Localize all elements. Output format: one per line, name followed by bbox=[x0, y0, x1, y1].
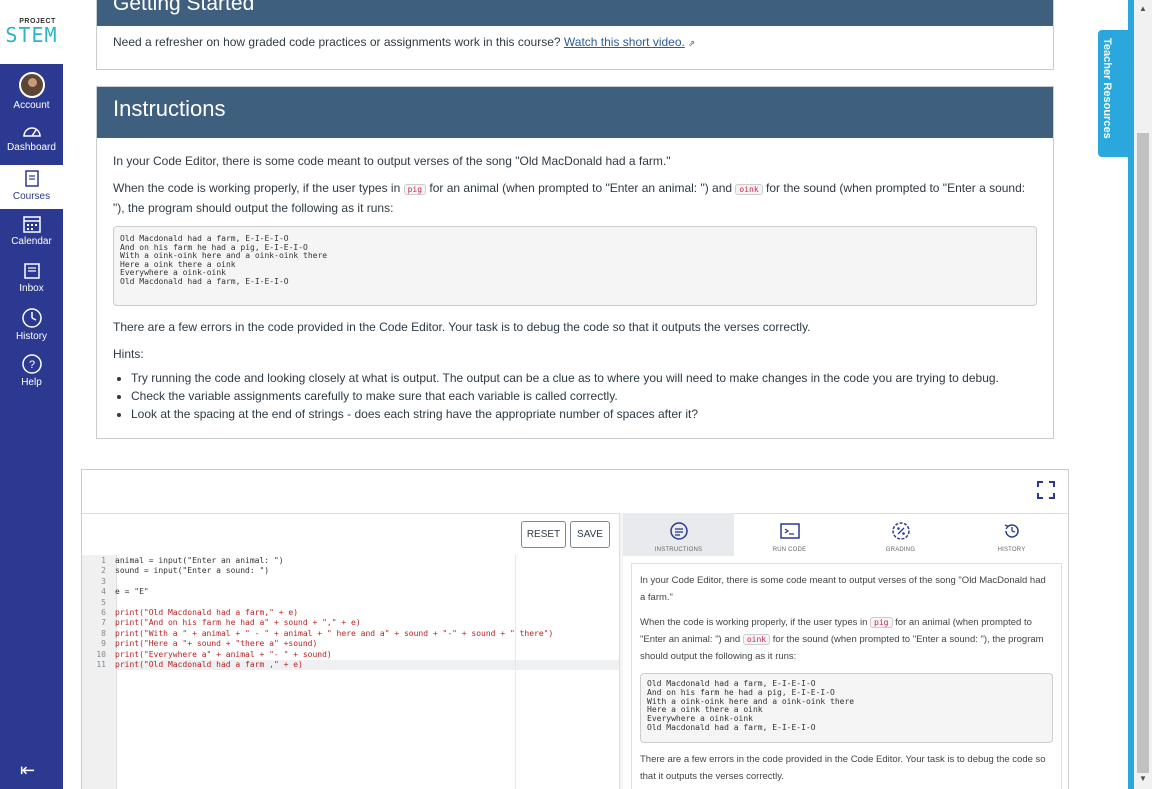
external-link-icon: ⇗ bbox=[688, 39, 695, 48]
tab-label: RUN CODE bbox=[772, 547, 807, 553]
getting-started-header: Getting Started bbox=[97, 0, 1053, 26]
instructions-header: Instructions bbox=[97, 87, 1053, 138]
scroll-thumb[interactable] bbox=[1137, 133, 1149, 773]
code-oink: oink bbox=[735, 184, 763, 195]
nav-item-dashboard[interactable]: Dashboard bbox=[0, 122, 63, 162]
pane-p2: When the code is working properly, if th… bbox=[640, 614, 1053, 665]
code-line[interactable]: 3 bbox=[82, 577, 619, 587]
avatar bbox=[18, 72, 45, 98]
code-line[interactable]: 2 sound = input("Enter a sound: ") bbox=[82, 566, 619, 576]
dashboard-icon bbox=[22, 127, 41, 137]
scroll-down-icon[interactable]: ▼ bbox=[1139, 774, 1147, 783]
teacher-resources-tab[interactable]: Teacher Resources bbox=[1098, 30, 1128, 157]
code-line[interactable]: 8 print("With a " + animal + " - " + anim… bbox=[82, 629, 619, 639]
code-line[interactable]: 10 print("Everywhere a" + animal + "- " +… bbox=[82, 650, 619, 660]
scroll-up-icon[interactable]: ▲ bbox=[1139, 4, 1147, 13]
teacher-resources-label: Teacher Resources bbox=[1101, 38, 1113, 139]
code-editor[interactable]: 1 animal = input("Enter an animal: ") 2 so… bbox=[82, 555, 619, 789]
calendar-icon bbox=[22, 216, 41, 233]
nav-item-courses[interactable]: Courses bbox=[0, 165, 63, 209]
hint-item: Check the variable assignments carefully… bbox=[131, 387, 1037, 405]
code-line[interactable]: 9 print("Here a "+ sound + "there a" +sou… bbox=[82, 639, 619, 649]
nav-item-help[interactable]: ? Help bbox=[0, 353, 63, 393]
instructions-p2: When the code is working properly, if th… bbox=[113, 179, 1037, 217]
nav-label-calendar: Calendar bbox=[11, 236, 52, 247]
instructions-icon bbox=[669, 522, 688, 540]
getting-started-body: Need a refresher on how graded code prac… bbox=[97, 26, 1053, 63]
collapse-nav-icon[interactable]: ⇤ bbox=[20, 760, 35, 781]
reset-button[interactable]: RESET bbox=[521, 521, 566, 548]
getting-started-text: Need a refresher on how graded code prac… bbox=[113, 35, 561, 49]
pane-code-pig: pig bbox=[870, 617, 893, 628]
history-icon bbox=[1004, 524, 1019, 538]
nav-label-dashboard: Dashboard bbox=[7, 142, 56, 153]
tab-label: INSTRUCTIONS bbox=[654, 547, 703, 553]
tab-instructions[interactable]: INSTRUCTIONS bbox=[623, 513, 734, 556]
grading-icon bbox=[891, 522, 910, 540]
instructions-p2-a: When the code is working properly, if th… bbox=[113, 181, 401, 195]
help-icon: ? bbox=[21, 354, 42, 374]
fullscreen-icon[interactable] bbox=[1036, 480, 1056, 500]
instructions-title: Instructions bbox=[113, 96, 226, 121]
editor-tabs: INSTRUCTIONS RUN CODE GRADING HISTORY bbox=[623, 513, 1068, 556]
global-nav: Account Dashboard Courses Calendar Inbox… bbox=[0, 64, 63, 789]
print-margin-line bbox=[515, 555, 516, 789]
svg-text:?: ? bbox=[28, 359, 34, 371]
code-line[interactable]: 6 print("Old Macdonald had a farm," + e) bbox=[82, 608, 619, 618]
instructions-body: In your Code Editor, there is some code … bbox=[97, 138, 1053, 423]
hints-list: Try running the code and looking closely… bbox=[131, 369, 1037, 423]
tab-label: GRADING bbox=[885, 547, 916, 553]
save-button[interactable]: SAVE bbox=[570, 521, 610, 548]
nav-label-help: Help bbox=[21, 377, 42, 388]
instructions-panel: Instructions In your Code Editor, there … bbox=[96, 86, 1054, 439]
logo-big-text: STEM bbox=[5, 22, 58, 47]
page-scrollbar[interactable]: ▲ ▼ bbox=[1134, 0, 1152, 789]
code-line-current[interactable]: 11 print("Old Macdonald had a farm ," + e… bbox=[82, 660, 619, 671]
tab-label: HISTORY bbox=[997, 547, 1026, 553]
tab-history[interactable]: HISTORY bbox=[956, 513, 1067, 556]
code-line[interactable]: 4e = "E" bbox=[82, 587, 619, 597]
hint-item: Look at the spacing at the end of string… bbox=[131, 405, 1037, 423]
nav-item-inbox[interactable]: Inbox bbox=[0, 261, 63, 301]
code-pig: pig bbox=[403, 184, 427, 195]
nav-label-history: History bbox=[15, 331, 48, 342]
nav-label-courses: Courses bbox=[12, 191, 51, 202]
getting-started-panel: Getting Started Need a refresher on how … bbox=[96, 0, 1054, 70]
tab-grading[interactable]: GRADING bbox=[845, 513, 956, 556]
terminal-icon bbox=[779, 523, 800, 539]
nav-label-account: Account bbox=[13, 100, 50, 111]
project-stem-logo[interactable]: PROJECT STEM bbox=[0, 0, 63, 64]
tab-run-code[interactable]: RUN CODE bbox=[734, 513, 845, 556]
code-editor-widget: RESET SAVE 1 animal = input("Enter an ani… bbox=[81, 469, 1069, 789]
instructions-p3: There are a few errors in the code provi… bbox=[113, 320, 811, 334]
code-line[interactable]: 5 bbox=[82, 598, 619, 608]
instructions-p1: In your Code Editor, there is some code … bbox=[113, 154, 671, 168]
getting-started-title: Getting Started bbox=[113, 0, 255, 15]
nav-item-calendar[interactable]: Calendar bbox=[0, 214, 63, 254]
pane-p1: In your Code Editor, there is some code … bbox=[640, 575, 1046, 603]
watch-video-link[interactable]: Watch this short video. bbox=[564, 35, 685, 49]
inbox-icon bbox=[23, 263, 40, 279]
code-line[interactable]: 1 animal = input("Enter an animal: ") bbox=[82, 556, 619, 566]
instructions-p2-b: for an animal (when prompted to "Enter a… bbox=[429, 181, 733, 195]
code-line[interactable]: 7 print("And on his farm he had a" + soun… bbox=[82, 618, 619, 628]
pane-p3: There are a few errors in the code provi… bbox=[640, 754, 1046, 782]
nav-label-inbox: Inbox bbox=[19, 283, 44, 294]
history-icon bbox=[21, 308, 42, 328]
hint-item: Try running the code and looking closely… bbox=[131, 369, 1037, 387]
hints-title: Hints: bbox=[113, 347, 144, 361]
pane-p2-a: When the code is working properly, if th… bbox=[640, 617, 868, 628]
pane-code-oink: oink bbox=[742, 634, 771, 645]
instructions-pane: In your Code Editor, there is some code … bbox=[631, 563, 1062, 789]
courses-icon bbox=[24, 170, 39, 187]
expected-output-block: Old Macdonald had a farm, E-I-E-I-O And … bbox=[113, 226, 1037, 306]
pane-output-block: Old Macdonald had a farm, E-I-E-I-O And … bbox=[640, 673, 1053, 743]
nav-item-history[interactable]: History bbox=[0, 307, 63, 347]
nav-item-account[interactable]: Account bbox=[0, 68, 63, 116]
